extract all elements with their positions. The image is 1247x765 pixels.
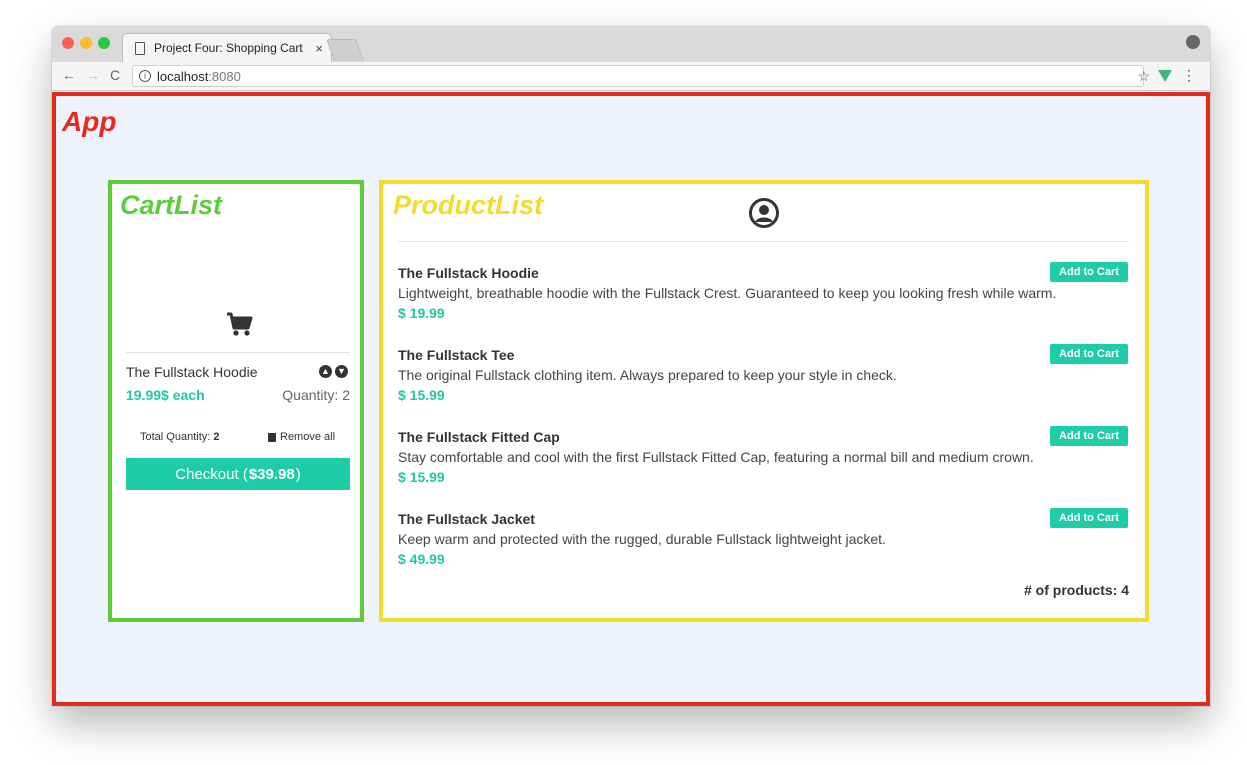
reload-icon[interactable]: C: [110, 67, 120, 83]
product-list-divider: [398, 241, 1129, 242]
bookmark-star-icon[interactable]: ☆: [1137, 68, 1150, 85]
cart-item-name: The Fullstack Hoodie: [126, 364, 258, 380]
profile-icon[interactable]: [1186, 35, 1200, 49]
info-icon[interactable]: i: [139, 70, 151, 82]
browser-window: Project Four: Shopping Cart × ← → C i lo…: [52, 26, 1210, 706]
cart-item-price: 19.99$ each: [126, 387, 205, 403]
shopping-cart-icon: [227, 312, 253, 336]
cart-list-panel: CartList The Fullstack Hoodie ▲ ▼ 19.99$…: [108, 180, 364, 622]
checkout-suffix: ): [295, 465, 301, 483]
tab-close-icon[interactable]: ×: [315, 41, 323, 56]
url-host: localhost: [157, 68, 209, 84]
product-count: # of products: 4: [1023, 582, 1129, 598]
vue-devtools-icon[interactable]: [1158, 70, 1172, 82]
product-price: $ 49.99: [398, 551, 445, 567]
user-circle-icon[interactable]: [749, 198, 779, 228]
minimize-window-button[interactable]: [80, 37, 92, 49]
product-description: Lightweight, breathable hoodie with the …: [398, 285, 1057, 301]
close-window-button[interactable]: [62, 37, 74, 49]
url-port: :8080: [208, 68, 241, 84]
product-list-label: ProductList: [393, 190, 544, 220]
remove-all-label: Remove all: [280, 431, 336, 443]
back-icon[interactable]: ←: [62, 67, 76, 83]
product-description: Stay comfortable and cool with the first…: [398, 449, 1034, 465]
product-name: The Fullstack Tee: [398, 347, 515, 363]
cart-divider: [126, 352, 350, 353]
product-list-panel: ProductList The Fullstack Hoodie Lightwe…: [379, 180, 1149, 622]
browser-menu-icon[interactable]: ⋮: [1182, 67, 1196, 84]
product-item: The Fullstack Tee The original Fullstack…: [398, 344, 1133, 403]
product-name: The Fullstack Hoodie: [398, 265, 539, 281]
checkout-prefix: Checkout (: [175, 465, 248, 483]
product-item: The Fullstack Fitted Cap Stay comfortabl…: [398, 426, 1133, 485]
tab-title: Project Four: Shopping Cart: [154, 41, 303, 55]
total-quantity: Total Quantity: 2: [140, 431, 220, 443]
address-bar[interactable]: i localhost :8080: [132, 65, 1144, 87]
forward-icon[interactable]: →: [86, 67, 100, 83]
product-name: The Fullstack Fitted Cap: [398, 429, 560, 445]
decrease-quantity-icon[interactable]: ▼: [335, 365, 348, 378]
remove-all-button[interactable]: Remove all: [268, 431, 335, 443]
browser-toolbar: ← → C i localhost :8080 ☆ ⋮: [52, 62, 1210, 91]
product-name: The Fullstack Jacket: [398, 511, 535, 527]
product-price: $ 15.99: [398, 387, 445, 403]
cart-list-label: CartList: [120, 190, 223, 220]
add-to-cart-button[interactable]: Add to Cart: [1050, 262, 1128, 282]
product-price: $ 19.99: [398, 305, 445, 321]
product-item: The Fullstack Jacket Keep warm and prote…: [398, 508, 1133, 567]
total-quantity-value: 2: [213, 431, 220, 443]
browser-tab[interactable]: Project Four: Shopping Cart ×: [122, 33, 332, 62]
trash-icon: [268, 432, 276, 442]
checkout-button[interactable]: Checkout ($39.98): [126, 458, 350, 490]
product-description: Keep warm and protected with the rugged,…: [398, 531, 886, 547]
product-description: The original Fullstack clothing item. Al…: [398, 367, 897, 383]
add-to-cart-button[interactable]: Add to Cart: [1050, 508, 1128, 528]
product-price: $ 15.99: [398, 469, 445, 485]
document-icon: [135, 41, 145, 55]
increase-quantity-icon[interactable]: ▲: [319, 365, 332, 378]
product-item: The Fullstack Hoodie Lightweight, breath…: [398, 262, 1133, 321]
checkout-amount: $39.98: [248, 465, 295, 483]
total-quantity-label: Total Quantity:: [140, 431, 214, 443]
title-bar: Project Four: Shopping Cart ×: [52, 26, 1210, 62]
cart-item-quantity: Quantity: 2: [282, 387, 350, 403]
quantity-controls: ▲ ▼: [319, 365, 348, 378]
app-label: App: [62, 106, 117, 137]
maximize-window-button[interactable]: [98, 37, 110, 49]
app-frame: App CartList The Fullstack Hoodie ▲ ▼ 19…: [52, 92, 1210, 706]
add-to-cart-button[interactable]: Add to Cart: [1050, 426, 1128, 446]
add-to-cart-button[interactable]: Add to Cart: [1050, 344, 1128, 364]
